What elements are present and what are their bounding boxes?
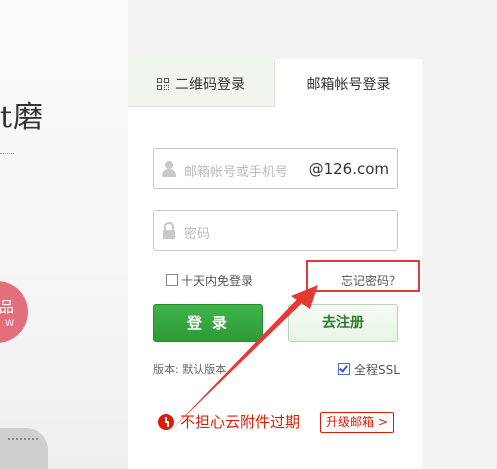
page-background-right (422, 0, 497, 469)
domain-suffix: @126.com (308, 160, 389, 178)
promo-banner: t磨 品 W (0, 0, 128, 469)
promo-product-image (0, 428, 48, 469)
lock-icon (163, 222, 175, 239)
remember-checkbox-box[interactable] (166, 274, 178, 286)
tab-mail-label: 邮箱帐号登录 (306, 77, 391, 93)
promo-badge: 品 W (0, 281, 28, 343)
tab-qr-label: 二维码登录 (175, 77, 245, 93)
username-input[interactable]: 邮箱帐号或手机号 @126.com (153, 148, 398, 189)
clock-icon (158, 414, 174, 430)
register-button[interactable]: 去注册 (288, 304, 398, 342)
login-button[interactable]: 登录 (153, 304, 263, 342)
ssl-checkbox-box[interactable] (338, 363, 350, 375)
password-placeholder: 密码 (184, 227, 211, 242)
qr-code-icon (157, 78, 169, 90)
version-selector[interactable]: 版本: 默认版本 (153, 361, 226, 377)
annotation-highlight-box (306, 260, 420, 292)
promo-badge-subtext: W (5, 319, 14, 329)
upgrade-mailbox-button[interactable]: 升级邮箱 > (320, 412, 394, 433)
user-icon (162, 161, 176, 177)
tab-qr-login[interactable]: 二维码登录 (128, 59, 275, 107)
password-input[interactable]: 密码 (153, 210, 398, 251)
ssl-label: 全程SSL (354, 363, 400, 377)
remember-checkbox[interactable]: 十天内免登录 (166, 272, 253, 289)
tab-mail-login[interactable]: 邮箱帐号登录 (275, 59, 422, 107)
upgrade-mailbox-label: 升级邮箱 (326, 415, 375, 429)
promo-title: t磨 (0, 100, 45, 135)
upgrade-promo-text: 不担心云附件过期 (180, 413, 301, 431)
remember-label: 十天内免登录 (181, 274, 254, 288)
login-tabs: 二维码登录 邮箱帐号登录 (128, 59, 422, 107)
username-placeholder: 邮箱帐号或手机号 (184, 165, 289, 180)
promo-divider (0, 153, 14, 154)
promo-badge-text: 品 (0, 298, 14, 316)
ssl-checkbox[interactable]: 全程SSL (338, 361, 400, 378)
